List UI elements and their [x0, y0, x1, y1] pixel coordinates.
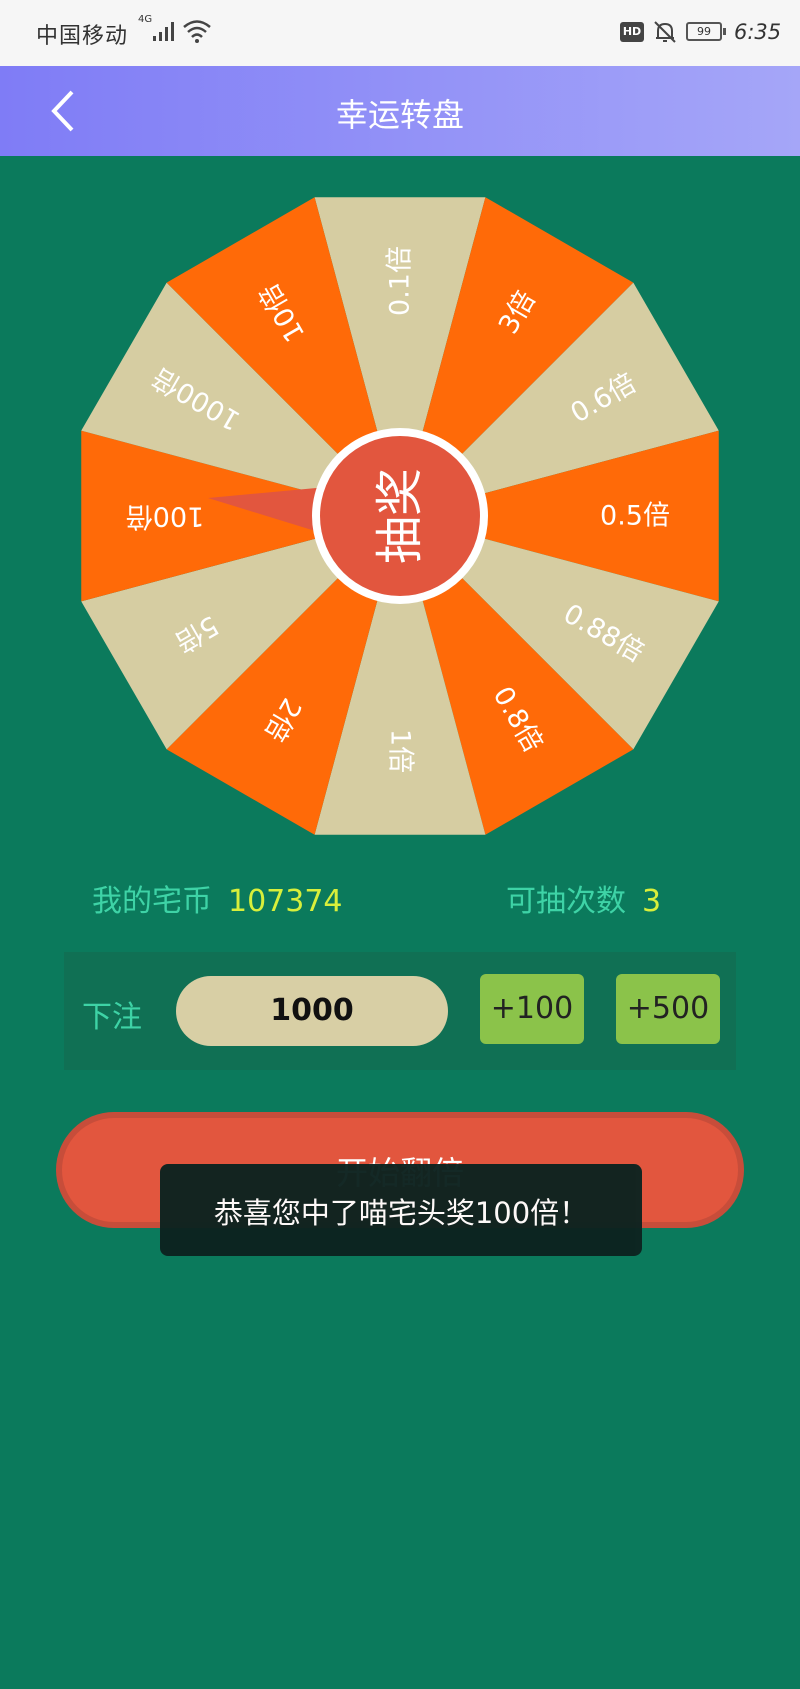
draw-button-label: 抽奖: [372, 468, 428, 564]
app-bar: 幸运转盘: [0, 66, 800, 156]
draws-info: 可抽次数 3: [506, 876, 661, 920]
wheel-segment-label: 1倍: [385, 729, 416, 773]
wifi-icon: [183, 20, 211, 43]
wheel-segment-label: 0.5倍: [600, 501, 670, 532]
battery-icon: 99: [686, 22, 726, 41]
draws-value: 3: [642, 884, 662, 919]
carrier-name: 中国移动: [36, 24, 129, 49]
page-title: 幸运转盘: [335, 96, 464, 134]
network-type: 4G: [138, 14, 153, 25]
add-100-button[interactable]: +100: [480, 974, 584, 1044]
bet-label: 下注: [82, 1000, 142, 1035]
draws-label: 可抽次数: [506, 884, 626, 919]
lucky-wheel: 0.1倍 3倍 0.6倍 0.5倍 0.88倍 0.8倍 1倍 2倍 5倍 100倍 1000倍 10…: [79, 196, 721, 836]
status-time: 6:35: [734, 20, 782, 44]
wheel-svg: 0.1倍 3倍0.6倍0.5倍0.88倍0.8倍1倍2倍5倍100倍1000倍10…: [81, 197, 719, 835]
toast: 恭喜您中了喵宅头奖100倍！: [160, 1164, 642, 1256]
bet-panel: 下注 1000 +100 +500: [64, 952, 736, 1070]
status-bar: 中国移动 4G HD 99 6:35: [0, 0, 800, 66]
hd-badge: HD: [620, 22, 644, 42]
add-500-button[interactable]: +500: [616, 974, 720, 1044]
coins-label: 我的宅币: [92, 884, 212, 919]
wheel-segment-label: 0.1倍: [385, 246, 416, 316]
wheel-segment-label: 100倍: [126, 501, 205, 532]
bet-amount-field[interactable]: 1000: [176, 976, 448, 1046]
coins-value: 107374: [228, 884, 343, 919]
toast-message: 恭喜您中了喵宅头奖100倍！: [213, 1196, 589, 1230]
bell-muted-icon: [654, 21, 676, 43]
signal-icon: [153, 22, 174, 41]
coins-info: 我的宅币 107374: [92, 876, 343, 920]
